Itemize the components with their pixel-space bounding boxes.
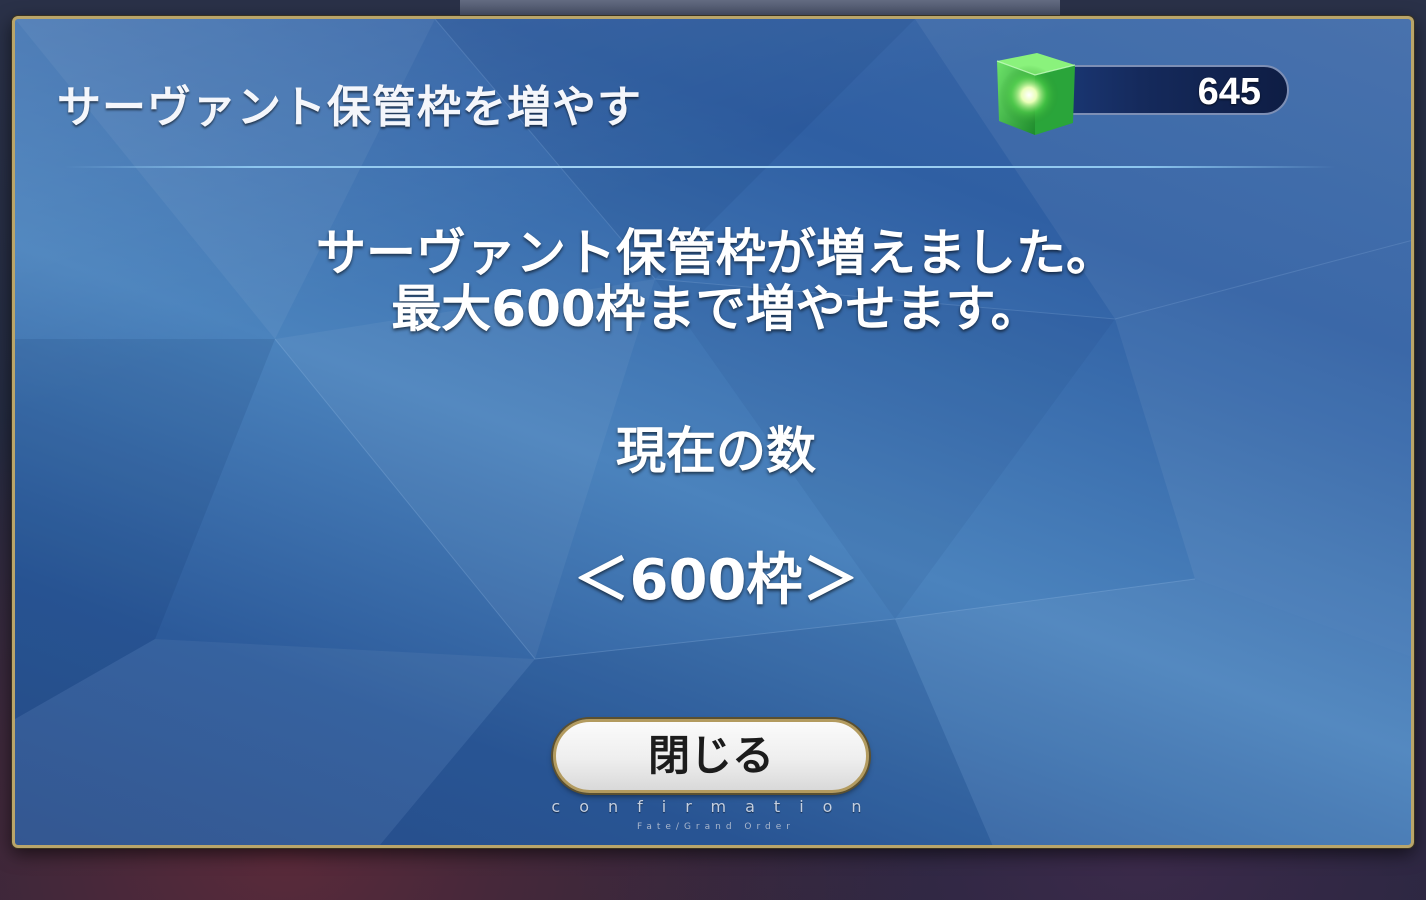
background-header-strip (460, 0, 1060, 16)
current-count-label: 現在の数 (616, 422, 816, 480)
result-message: サーヴァント保管枠が増えました。 最大600枠まで増やせます。 (15, 224, 1411, 338)
title-divider (65, 166, 1335, 168)
close-button-label: 閉じる (647, 731, 774, 780)
expand-storage-dialog: サーヴァント保管枠を増やす 645 サーヴァント保管枠が増えました。 最大600… (12, 16, 1414, 848)
close-button[interactable]: 閉じる (553, 719, 869, 793)
confirmation-caption: confirmation (551, 797, 881, 816)
saint-quartz-icon (996, 53, 1076, 135)
message-line: 最大600枠まで増やせます。 (391, 280, 1041, 338)
dialog-title: サーヴァント保管枠を増やす (57, 82, 642, 133)
message-line: サーヴァント保管枠が増えました。 (316, 224, 1116, 282)
current-count-value: ＜600枠＞ (573, 548, 859, 613)
brand-caption: Fate/Grand Order (636, 822, 795, 832)
currency-amount: 645 (1197, 71, 1261, 113)
currency-display: 645 (979, 39, 1329, 143)
